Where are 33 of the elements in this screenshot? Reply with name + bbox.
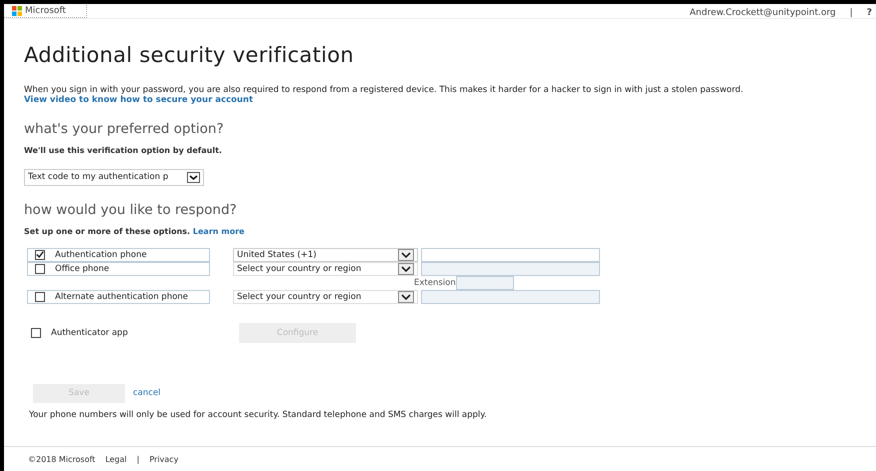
- video-link[interactable]: View video to know how to secure your account: [24, 95, 860, 105]
- brand-name: Microsoft: [25, 6, 66, 16]
- user-email[interactable]: Andrew.Crockett@unitypoint.org: [690, 8, 836, 18]
- option-label: Authenticator app: [51, 328, 129, 338]
- option-label: Office phone: [55, 264, 110, 274]
- section-heading: how would you like to respond?: [24, 202, 238, 218]
- separator: |: [850, 8, 853, 18]
- checkbox[interactable]: [35, 250, 45, 260]
- section-note: We'll use this verification option by default.: [24, 146, 223, 155]
- phone-field[interactable]: [421, 248, 600, 262]
- footer-link[interactable]: Legal: [105, 454, 127, 464]
- chevron-down-icon: [398, 248, 414, 260]
- separator: |: [136, 454, 140, 464]
- intro-text: When you sign in with your password, you are also required to respond from a registered device. This makes it harder for a hacker to sign in with just a stolen password.: [24, 85, 744, 95]
- cancel-link[interactable]: cancel: [133, 388, 161, 398]
- page-title: Additional security verification: [24, 43, 355, 67]
- logo-icon: [12, 6, 22, 16]
- chevron-down-icon: [398, 262, 414, 274]
- section-note: Set up one or more of these options.: [24, 226, 190, 236]
- option-label: Authentication phone: [55, 250, 148, 260]
- extension-label: Extension: [414, 278, 456, 288]
- disclaimer-text: Your phone numbers will only be used for account security. Standard telephone and SMS charges will apply.: [29, 410, 488, 420]
- option-label: Alternate authentication phone: [55, 292, 190, 302]
- chevron-down-icon: [398, 290, 414, 302]
- brand-tab[interactable]: Microsoft: [4, 5, 87, 18]
- help-link[interactable]: ?: [866, 8, 872, 18]
- country-dropdown[interactable]: United States (+1): [233, 248, 418, 262]
- option-dropdown[interactable]: Text code to my authentication p: [24, 168, 204, 186]
- copyright-text: ©2018 Microsoft: [28, 454, 96, 464]
- section-heading: what's your preferred option?: [24, 121, 225, 137]
- chevron-down-icon: [187, 172, 200, 182]
- learn-more-link[interactable]: Learn more: [192, 226, 244, 236]
- footer-link[interactable]: Privacy: [149, 454, 178, 464]
